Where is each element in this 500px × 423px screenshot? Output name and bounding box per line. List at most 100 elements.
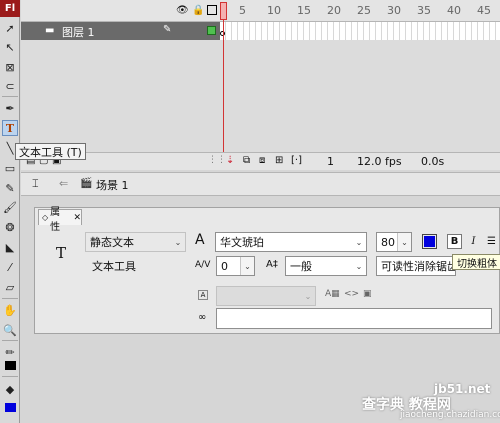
frames-row[interactable]	[220, 22, 500, 40]
layer-name: 图层 1	[62, 26, 95, 39]
fill-color-icon[interactable]: ◆	[2, 381, 18, 397]
back-arrow-icon[interactable]: ⇐	[59, 177, 68, 190]
italic-button[interactable]: I	[466, 234, 481, 249]
pencil-tool-icon[interactable]: ✎	[2, 180, 18, 196]
brush-tool-icon[interactable]: 🖌	[2, 199, 18, 215]
splitter-handle-icon[interactable]: ⋮⋮	[208, 155, 226, 165]
link-icon: ∞	[198, 312, 207, 323]
properties-tab[interactable]: ◇ 属性 ✕	[38, 207, 82, 233]
scene-label[interactable]: 场景 1	[96, 177, 129, 193]
free-transform-tool-icon[interactable]: ⊠	[2, 59, 18, 75]
text-tool-big-icon: T	[56, 244, 67, 262]
edit-multiple-icon[interactable]: ⊞	[275, 155, 283, 166]
instance-select[interactable]: ⌄	[216, 286, 316, 306]
outline-icon[interactable]	[207, 5, 217, 15]
zoom-tool-icon[interactable]: 🔍	[2, 322, 18, 338]
text-type-value: 静态文本	[90, 236, 134, 249]
tools-divider	[2, 298, 18, 299]
font-family-icon: A	[195, 232, 205, 248]
baseline-icon: A‡	[266, 259, 278, 270]
bold-tooltip: 切换粗体	[452, 254, 500, 270]
subselection-tool-icon[interactable]: ↖	[2, 39, 18, 55]
center-frame-icon[interactable]: ⇣	[226, 155, 234, 166]
anti-alias-select[interactable]: 可读性消除锯齿	[376, 256, 456, 276]
ruler-number: 15	[297, 4, 311, 17]
tools-divider	[2, 376, 18, 377]
link-field[interactable]	[216, 308, 492, 329]
ruler-number: 35	[417, 4, 431, 17]
lasso-tool-icon[interactable]: ⊂	[2, 78, 18, 94]
text-tool-tooltip: 文本工具 (T)	[15, 143, 86, 160]
baseline-select[interactable]: 一般 ⌄	[285, 256, 367, 276]
chevron-down-icon: ⌄	[352, 257, 366, 275]
tools-panel: Fl ➚ ↖ ⊠ ⊂ ✒ T ╲ ▭ ✎ 🖌 ❂ ◣ ⁄ ▱ ✋ 🔍 ✏ ◆	[0, 0, 20, 423]
playhead[interactable]	[220, 0, 227, 170]
eraser-tool-icon[interactable]: ▱	[2, 279, 18, 295]
text-type-select[interactable]: 静态文本 ⌄	[85, 232, 186, 252]
tools-divider	[2, 96, 18, 97]
font-size-field[interactable]: 80 ⌄	[376, 232, 412, 252]
pen-tool-icon[interactable]: ✒	[2, 100, 18, 116]
layer-icon: ▬	[45, 25, 55, 36]
selection-tool-icon[interactable]: ➚	[2, 20, 18, 36]
letter-spacing-field[interactable]: 0 ⌄	[216, 256, 255, 276]
ruler-number: 40	[447, 4, 461, 17]
watermark-url: jiaocheng.chazidian.com	[400, 410, 500, 420]
flash-logo: Fl	[0, 0, 20, 17]
lock-icon[interactable]: 🔒	[192, 5, 204, 16]
scene-icon: 🎬	[80, 178, 93, 189]
font-family-value: 华文琥珀	[220, 236, 264, 249]
letter-spacing-value: 0	[221, 259, 228, 273]
bone-tool-icon[interactable]: ❂	[2, 219, 18, 235]
text-color-swatch[interactable]	[422, 234, 437, 249]
ruler-number: 20	[327, 4, 341, 17]
border-icon[interactable]: ▣	[363, 289, 372, 299]
chevron-down-icon: ⌄	[240, 257, 254, 275]
letter-spacing-icon: A/V	[195, 260, 211, 270]
fill-color-swatch[interactable]	[2, 399, 18, 415]
elapsed-time: 0.0s	[421, 155, 445, 168]
eye-icon[interactable]: 👁	[176, 5, 189, 16]
bold-button[interactable]: B	[447, 234, 462, 249]
chevron-down-icon: ⌄	[352, 233, 366, 251]
current-frame: 1	[327, 155, 334, 168]
collapse-timeline-icon[interactable]: ⌶	[32, 177, 39, 191]
chevron-down-icon: ⌄	[301, 287, 315, 305]
frame-rate[interactable]: 12.0 fps	[357, 155, 402, 168]
tool-name-label: 文本工具	[92, 260, 136, 273]
baseline-value: 一般	[290, 260, 312, 273]
html-render-icon[interactable]: <>	[344, 289, 359, 299]
ruler-number: 5	[239, 4, 246, 17]
onion-outline-icon[interactable]: ⧈	[259, 155, 265, 166]
panel-grip-icon: ◇	[42, 213, 49, 222]
layer-color-swatch[interactable]	[207, 26, 216, 35]
timeline-header: 👁 🔒 5 10 15 20 25 30 35 40 45	[21, 0, 500, 22]
rectangle-tool-icon[interactable]: ▭	[2, 160, 18, 176]
close-icon[interactable]: ✕	[73, 213, 81, 223]
scene-bar: ⌶ ⇐ 🎬 场景 1	[21, 172, 500, 196]
anti-alias-value: 可读性消除锯齿	[381, 260, 456, 273]
text-tool-icon[interactable]: T	[2, 120, 18, 136]
layer-row[interactable]: ▬ 图层 1 ✎	[21, 22, 220, 40]
ruler-number: 45	[477, 4, 491, 17]
ruler-number: 10	[267, 4, 281, 17]
ruler-number: 30	[387, 4, 401, 17]
onion-skin-icon[interactable]: ⧉	[243, 155, 250, 166]
timeline-panel: 👁 🔒 5 10 15 20 25 30 35 40 45 ▬ 图层 1 ✎ ▤…	[21, 0, 500, 170]
properties-tab-label: 属性	[50, 206, 61, 233]
modify-markers-icon[interactable]: [·]	[291, 155, 302, 166]
font-family-select[interactable]: 华文琥珀 ⌄	[215, 232, 367, 252]
paint-bucket-tool-icon[interactable]: ◣	[2, 239, 18, 255]
eyedropper-tool-icon[interactable]: ⁄	[2, 259, 18, 275]
tools-divider	[2, 340, 18, 341]
align-left-icon[interactable]: ☰	[484, 234, 499, 249]
timeline-footer: ▤ ▢ ▣ ⋮⋮ ⇣ ⧉ ⧈ ⊞ [·] 1 12.0 fps 0.0s	[21, 152, 500, 170]
text-box-icon: A	[198, 290, 208, 300]
hand-tool-icon[interactable]: ✋	[2, 302, 18, 318]
selectable-icon[interactable]: A▦	[325, 289, 340, 299]
stroke-color-swatch[interactable]	[2, 357, 18, 373]
pencil-icon: ✎	[163, 24, 172, 35]
chevron-down-icon: ⌄	[397, 233, 411, 251]
chevron-down-icon: ⌄	[171, 233, 185, 251]
ruler-number: 25	[357, 4, 371, 17]
